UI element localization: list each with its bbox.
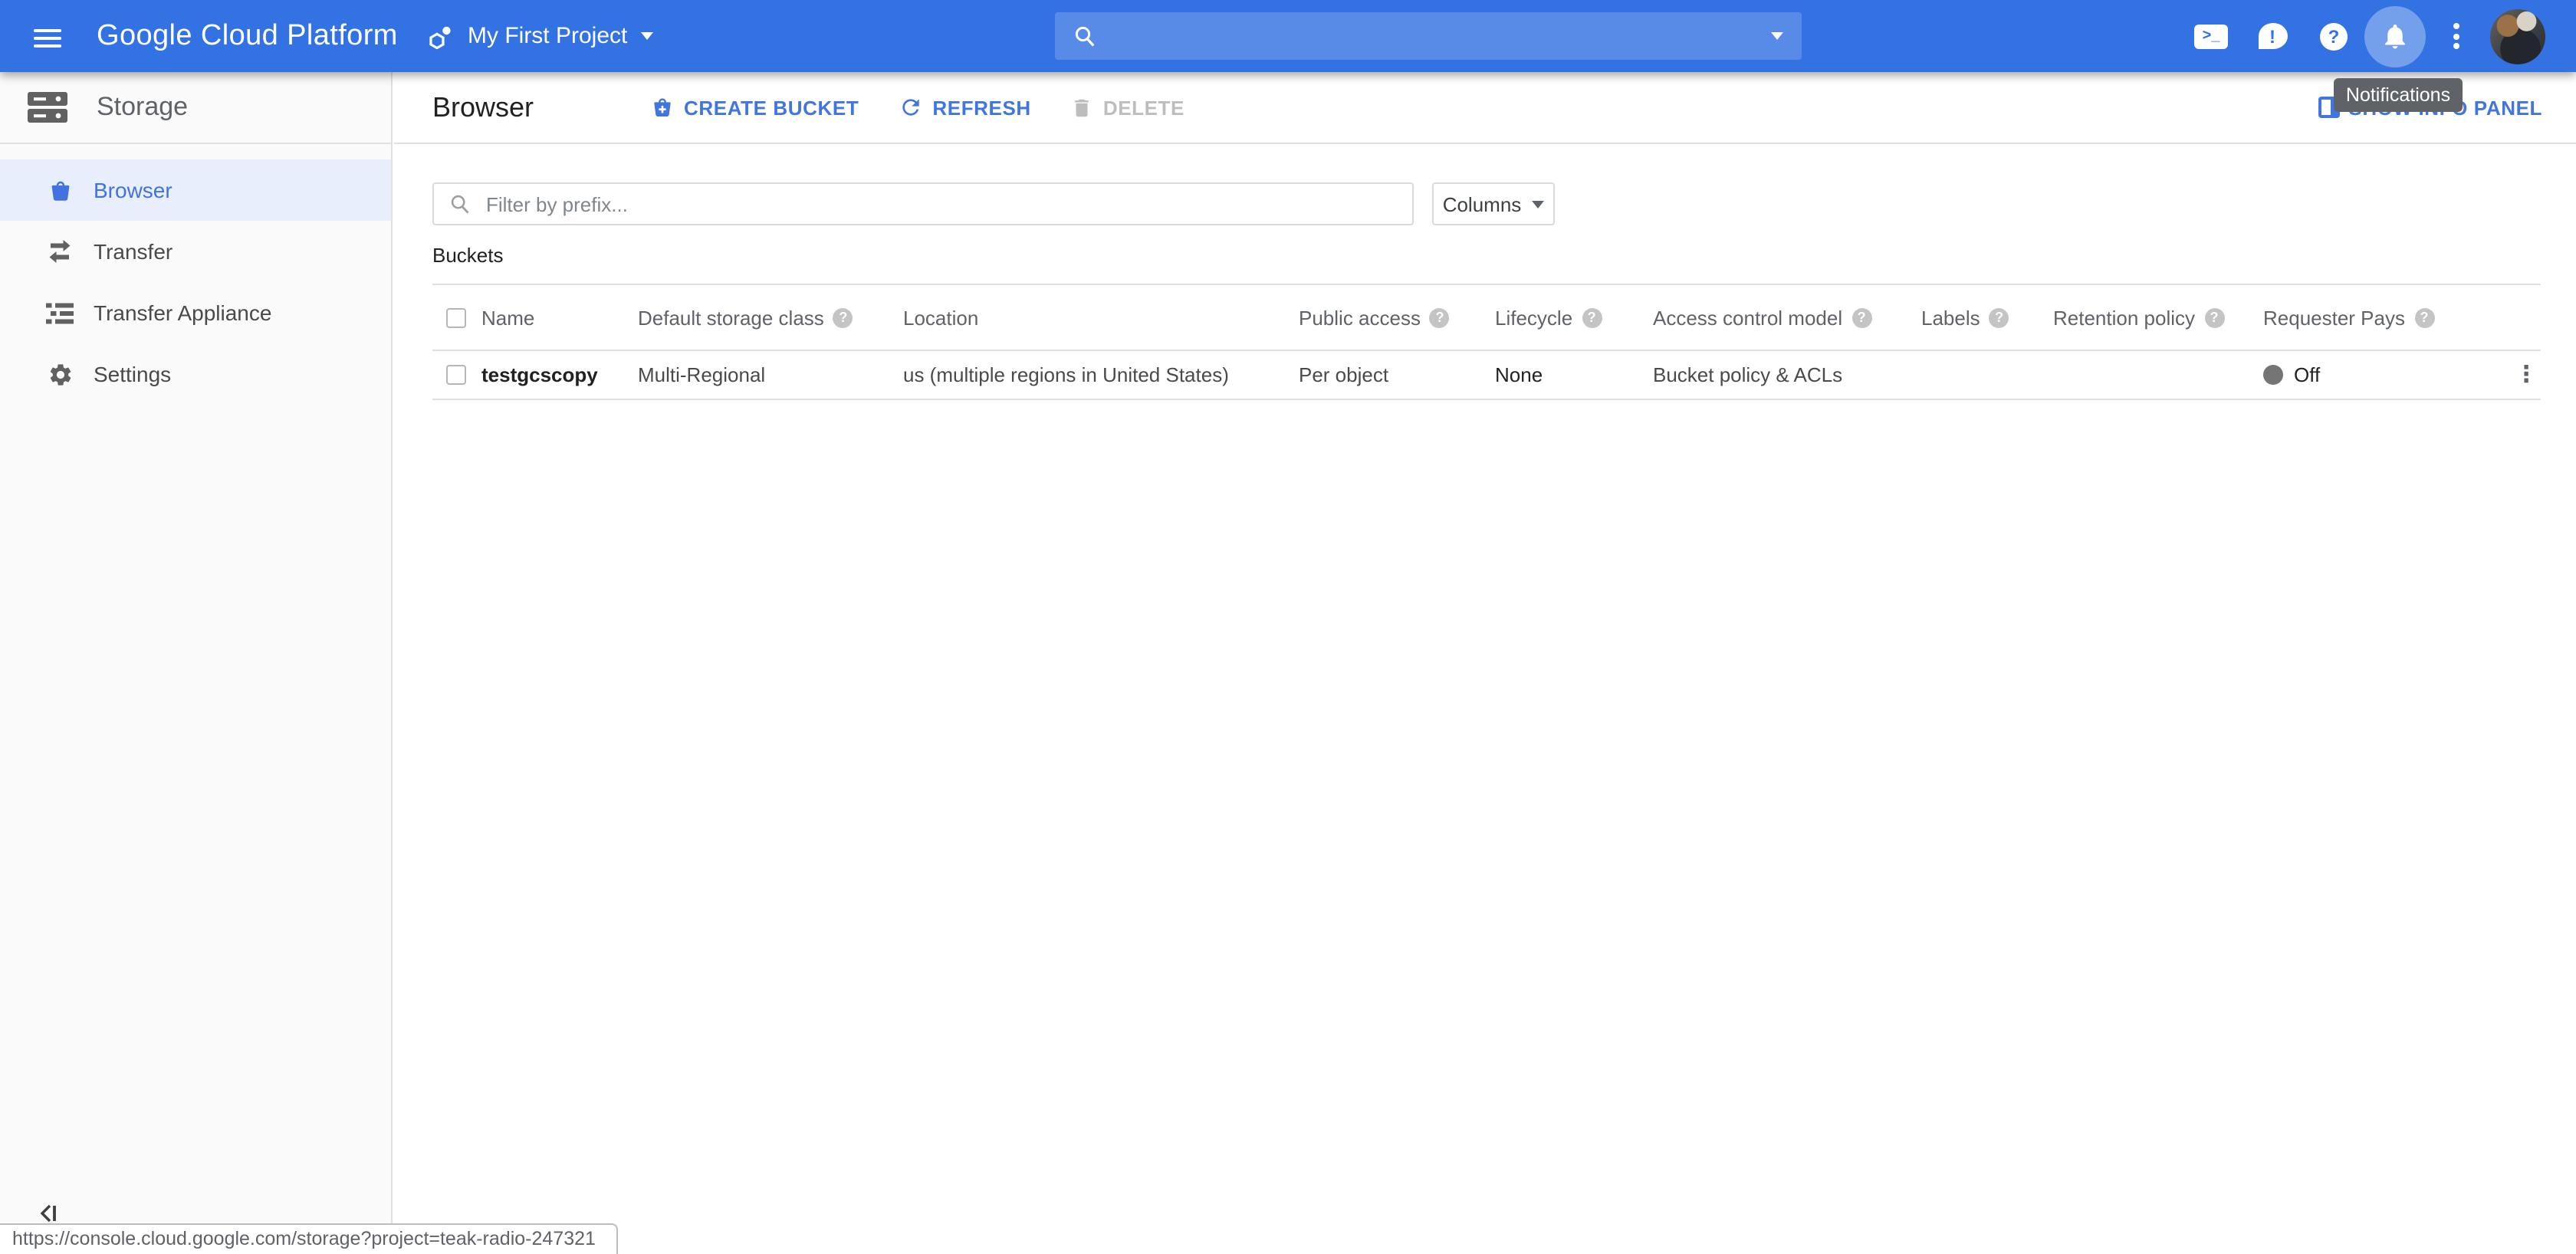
main-content: Browser CREATE BUCKET REFRESH DELETE [394,72,2576,1254]
page-title: Browser [432,91,534,123]
sidebar-title: Storage [97,92,188,123]
project-icon [428,23,454,49]
help-icon[interactable]: ? [2414,307,2434,327]
sidebar-item-settings[interactable]: Settings [0,343,391,405]
trash-icon [1071,96,1094,119]
sidebar-item-transfer[interactable]: Transfer [0,221,391,282]
cloud-shell-button[interactable]: >_ [2180,5,2242,67]
columns-dropdown[interactable]: Columns [1432,182,1555,225]
bucket-icon [44,177,75,203]
refresh-button[interactable]: REFRESH [899,95,1030,120]
sidebar-item-transfer-appliance[interactable]: Transfer Appliance [0,282,391,343]
sidebar-item-label: Settings [94,362,171,386]
requester-pays-value: Off [2294,363,2320,386]
project-selector[interactable]: My First Project [428,0,653,72]
select-all-checkbox[interactable] [446,307,466,327]
help-icon[interactable]: ? [2204,307,2224,327]
global-search[interactable] [1055,12,1802,60]
buckets-table: Name Default storage class? Location Pub… [432,284,2541,400]
search-dropdown-caret-icon[interactable] [1771,32,1783,40]
storage-product-icon [25,89,71,126]
filter-search-icon [449,193,471,215]
row-menu-button[interactable]: ⋮ [2515,363,2538,386]
help-icon[interactable]: ? [1582,307,1602,327]
create-bucket-button[interactable]: CREATE BUCKET [650,95,859,120]
search-icon [1073,25,1096,48]
sidebar-item-label: Transfer [94,239,172,264]
sidebar-item-browser[interactable]: Browser [0,159,391,221]
page: Google Cloud Platform My First Project >… [0,0,2576,1254]
hamburger-menu-icon[interactable] [31,21,64,51]
refresh-icon [899,95,923,120]
notifications-button[interactable] [2364,5,2426,67]
product-logo[interactable]: Google Cloud Platform [97,0,398,72]
delete-button: DELETE [1071,96,1184,119]
browser-body: Columns Buckets Name Default storage cla… [394,144,2576,400]
section-label: Buckets [432,244,2538,267]
help-icon[interactable]: ? [1430,307,1450,327]
help-button[interactable]: ? [2303,5,2364,67]
kebab-icon [2453,23,2459,49]
more-options-button[interactable] [2426,5,2487,67]
sidebar-item-label: Browser [94,178,172,202]
page-header: Browser CREATE BUCKET REFRESH DELETE [394,72,2576,144]
help-icon: ? [2320,22,2348,50]
feedback-button[interactable]: ! [2242,5,2303,67]
filter-field[interactable] [432,182,1414,225]
table-row: testgcscopy Multi-Regional us (multiple … [432,351,2541,400]
collapse-chevron-icon [37,1202,60,1225]
app-bar: Google Cloud Platform My First Project >… [0,0,2576,72]
help-icon[interactable]: ? [1990,307,2009,327]
project-name: My First Project [468,23,627,49]
sidebar-header: Storage [0,72,391,144]
feedback-icon: ! [2258,23,2287,49]
row-checkbox[interactable] [446,365,466,385]
transfer-arrows-icon [44,239,75,264]
create-bucket-icon [650,95,675,120]
bucket-name-link[interactable]: testgcscopy [481,363,598,386]
help-icon[interactable]: ? [833,307,853,327]
sidebar-nav: Browser Transfer [0,144,391,405]
help-icon[interactable]: ? [1852,307,1871,327]
gear-icon [44,361,75,387]
topbar-actions: >_ ! ? [2180,0,2545,72]
notifications-tooltip: Notifications [2334,78,2463,112]
filter-input[interactable] [483,191,1397,217]
sidebar-item-label: Transfer Appliance [94,300,271,325]
bell-icon [2381,21,2409,51]
requester-pays-off-icon [2263,365,2283,385]
terminal-icon: >_ [2194,24,2228,48]
search-input[interactable] [1109,22,1759,50]
table-header-row: Name Default storage class? Location Pub… [432,285,2541,351]
chevron-down-icon [1532,200,1544,208]
appliance-list-icon [44,301,75,324]
chevron-down-icon [641,32,653,40]
sidebar: Storage Browser Transfer [0,72,393,1254]
avatar[interactable] [2490,8,2545,64]
status-url-bar: https://console.cloud.google.com/storage… [0,1223,618,1254]
